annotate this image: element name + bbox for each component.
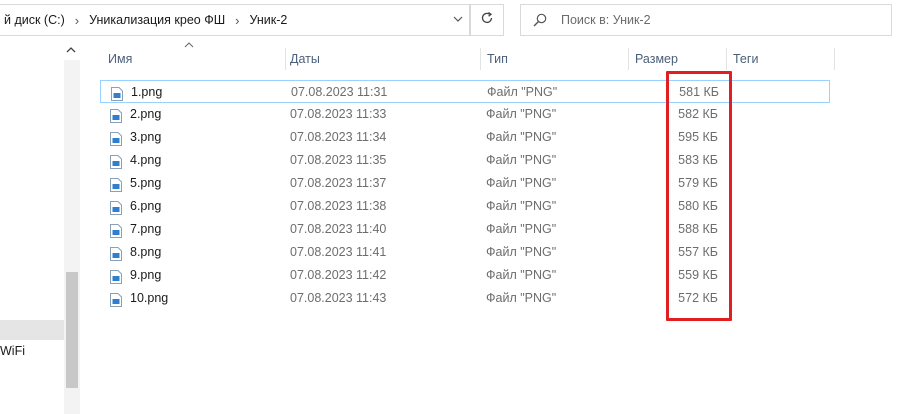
png-file-icon bbox=[110, 108, 122, 123]
png-file-icon bbox=[110, 292, 122, 307]
file-name: 9.png bbox=[130, 268, 162, 282]
file-name: 10.png bbox=[130, 291, 169, 305]
file-name: 4.png bbox=[130, 153, 162, 167]
refresh-icon bbox=[480, 11, 494, 30]
file-name: 2.png bbox=[130, 107, 162, 121]
search-input[interactable] bbox=[559, 12, 863, 28]
search-box[interactable] bbox=[520, 4, 892, 36]
file-type: Файл "PNG" bbox=[486, 176, 557, 190]
address-bar[interactable]: й диск (C:) › Уникализация крео ФШ › Уни… bbox=[0, 4, 470, 36]
column-divider[interactable] bbox=[628, 48, 629, 70]
file-type: Файл "PNG" bbox=[486, 245, 557, 259]
column-divider[interactable] bbox=[480, 48, 481, 70]
png-file-icon bbox=[110, 177, 122, 192]
file-type: Файл "PNG" bbox=[486, 107, 557, 121]
navigation-pane[interactable]: WiFi bbox=[0, 40, 82, 414]
file-type: Файл "PNG" bbox=[486, 268, 557, 282]
column-header-date[interactable]: Даты bbox=[290, 48, 480, 70]
png-file-icon bbox=[110, 246, 122, 261]
png-file-icon bbox=[110, 223, 122, 238]
file-date: 07.08.2023 11:34 bbox=[290, 130, 387, 144]
column-divider[interactable] bbox=[726, 48, 727, 70]
file-date: 07.08.2023 11:35 bbox=[290, 153, 387, 167]
file-name: 3.png bbox=[130, 130, 162, 144]
file-type: Файл "PNG" bbox=[486, 222, 557, 236]
file-type: Файл "PNG" bbox=[486, 153, 557, 167]
file-type: Файл "PNG" bbox=[486, 291, 557, 305]
size-highlight-box bbox=[666, 71, 732, 321]
file-type: Файл "PNG" bbox=[486, 130, 557, 144]
file-name: 5.png bbox=[130, 176, 162, 190]
refresh-button[interactable] bbox=[470, 4, 504, 36]
search-icon bbox=[533, 13, 547, 27]
chevron-down-icon[interactable] bbox=[453, 13, 463, 27]
png-file-icon bbox=[110, 269, 122, 284]
file-date: 07.08.2023 11:43 bbox=[290, 291, 387, 305]
file-name: 8.png bbox=[130, 245, 162, 259]
file-name-cell[interactable]: 2.png bbox=[110, 103, 161, 126]
file-date: 07.08.2023 11:31 bbox=[291, 85, 388, 99]
breadcrumb-drive[interactable]: й диск (C:) bbox=[0, 13, 69, 27]
file-type: Файл "PNG" bbox=[487, 85, 558, 99]
file-date: 07.08.2023 11:42 bbox=[290, 268, 387, 282]
column-header-tags[interactable]: Теги bbox=[733, 48, 833, 70]
file-name-cell[interactable]: 7.png bbox=[110, 218, 161, 241]
file-name-cell[interactable]: 3.png bbox=[110, 126, 161, 149]
column-divider[interactable] bbox=[834, 48, 835, 70]
file-date: 07.08.2023 11:38 bbox=[290, 199, 387, 213]
scroll-up-icon[interactable] bbox=[66, 46, 76, 57]
column-divider[interactable] bbox=[285, 48, 286, 70]
file-name-cell[interactable]: 9.png bbox=[110, 264, 161, 287]
nav-scrollbar-thumb[interactable] bbox=[66, 272, 78, 388]
column-header-name[interactable]: Имя bbox=[108, 48, 286, 70]
file-name: 1.png bbox=[131, 85, 163, 99]
breadcrumb-separator[interactable]: › bbox=[69, 13, 85, 28]
nav-item-wifi[interactable]: WiFi bbox=[0, 344, 25, 358]
file-name: 7.png bbox=[130, 222, 162, 236]
file-date: 07.08.2023 11:37 bbox=[290, 176, 387, 190]
file-type: Файл "PNG" bbox=[486, 199, 557, 213]
breadcrumb-current[interactable]: Уник-2 bbox=[246, 13, 292, 27]
nav-selected-item[interactable] bbox=[0, 320, 64, 340]
png-file-icon bbox=[110, 200, 122, 215]
file-name-cell[interactable]: 10.png bbox=[110, 287, 168, 310]
png-file-icon bbox=[111, 86, 123, 101]
breadcrumb-folder[interactable]: Уникализация крео ФШ bbox=[85, 13, 229, 27]
column-header-type[interactable]: Тип bbox=[487, 48, 627, 70]
file-date: 07.08.2023 11:41 bbox=[290, 245, 387, 259]
file-name-cell[interactable]: 8.png bbox=[110, 241, 161, 264]
file-name-cell[interactable]: 1.png bbox=[111, 81, 162, 104]
breadcrumb-separator[interactable]: › bbox=[229, 13, 245, 28]
file-date: 07.08.2023 11:40 bbox=[290, 222, 387, 236]
file-name-cell[interactable]: 6.png bbox=[110, 195, 161, 218]
png-file-icon bbox=[110, 131, 122, 146]
column-header-size[interactable]: Размер bbox=[635, 48, 725, 70]
file-date: 07.08.2023 11:33 bbox=[290, 107, 387, 121]
png-file-icon bbox=[110, 154, 122, 169]
file-name: 6.png bbox=[130, 199, 162, 213]
file-name-cell[interactable]: 5.png bbox=[110, 172, 161, 195]
file-name-cell[interactable]: 4.png bbox=[110, 149, 161, 172]
